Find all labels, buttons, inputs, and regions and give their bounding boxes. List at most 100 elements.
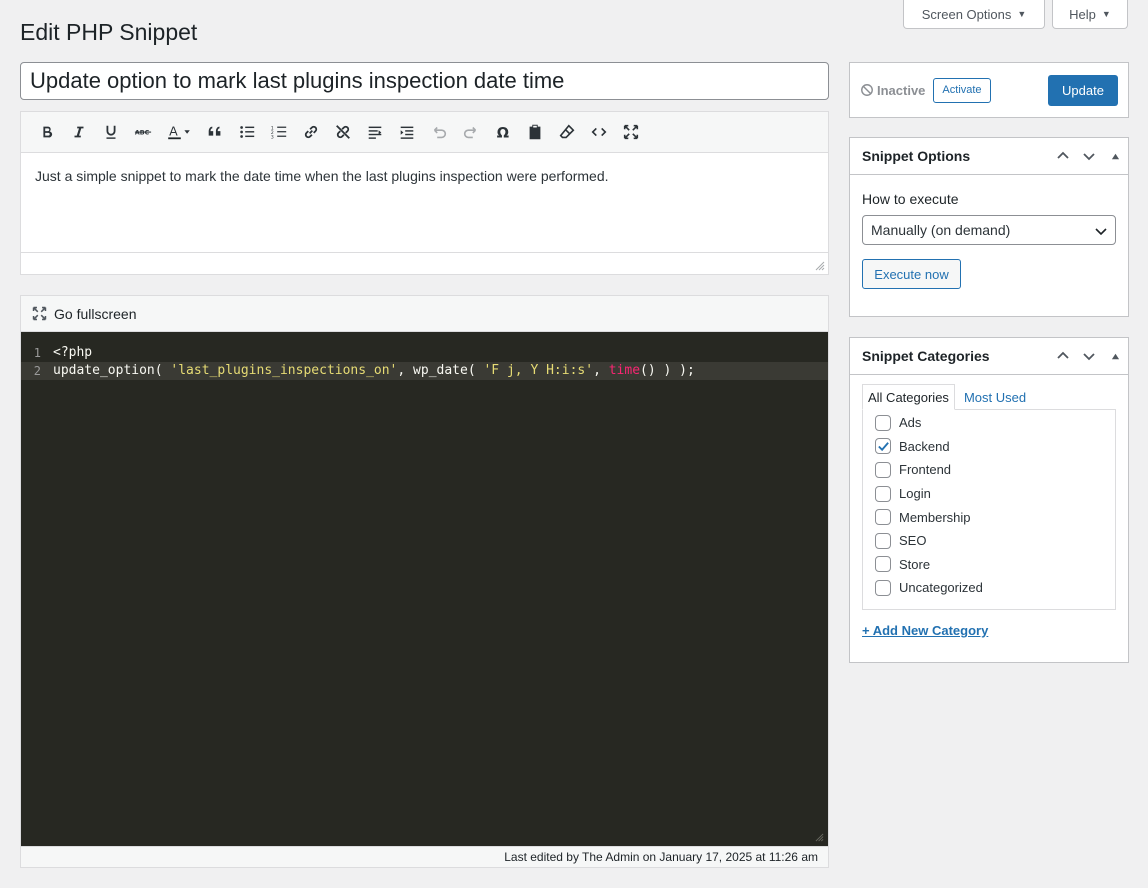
move-down-icon[interactable] <box>1076 338 1102 374</box>
category-item[interactable]: SEO <box>875 529 1103 553</box>
blockquote-icon[interactable] <box>199 117 231 147</box>
code-icon[interactable] <box>583 117 615 147</box>
editor-statusbar <box>21 252 828 274</box>
status-label: Inactive <box>877 82 926 98</box>
unlink-icon[interactable] <box>327 117 359 147</box>
category-checklist: Ads Backend Frontend Login Membership SEO Stor… <box>862 409 1116 610</box>
collapse-toggle-icon[interactable] <box>1102 138 1128 174</box>
clear-format-icon[interactable] <box>551 117 583 147</box>
svg-text:ABC: ABC <box>135 130 150 137</box>
redo-icon[interactable] <box>455 117 487 147</box>
page-title: Edit PHP Snippet <box>20 19 198 45</box>
move-down-icon[interactable] <box>1076 138 1102 174</box>
screen-options-label: Screen Options <box>921 6 1012 22</box>
category-item[interactable]: Backend <box>875 435 1103 459</box>
collapse-toggle-icon[interactable] <box>1102 338 1128 374</box>
checkbox[interactable] <box>875 532 891 549</box>
category-label: Uncategorized <box>899 580 983 596</box>
checkmark-icon <box>877 442 889 452</box>
status-badge: Inactive <box>860 83 925 98</box>
category-label: Ads <box>899 415 922 431</box>
code-token: () ) ); <box>640 363 695 378</box>
code-editor: Go fullscreen 1 <?php 2 update_option( '… <box>20 295 829 868</box>
screen-options-button[interactable]: Screen Options ▼ <box>903 0 1045 29</box>
category-item[interactable]: Store <box>875 553 1103 577</box>
indent-icon[interactable] <box>391 117 423 147</box>
code-token: , wp_date( <box>397 363 484 378</box>
line-number: 1 <box>33 346 41 360</box>
strikethrough-icon[interactable]: ABC <box>127 117 159 147</box>
checkbox[interactable] <box>875 461 891 478</box>
snippet-categories-box: Snippet Categories All Categories Most U… <box>849 337 1129 663</box>
bold-icon[interactable] <box>31 117 63 147</box>
align-icon[interactable] <box>359 117 391 147</box>
category-item[interactable]: Ads <box>875 411 1103 435</box>
category-item[interactable]: Login <box>875 482 1103 506</box>
checkbox-checked[interactable] <box>875 438 891 455</box>
bullet-list-icon[interactable] <box>231 117 263 147</box>
activate-button[interactable]: Activate <box>933 77 991 103</box>
checkbox[interactable] <box>875 485 891 502</box>
category-tabs: All Categories Most Used <box>862 384 1116 410</box>
add-new-category-link[interactable]: + Add New Category <box>862 623 988 638</box>
checkbox[interactable] <box>875 509 891 526</box>
italic-icon[interactable] <box>63 117 95 147</box>
numbered-list-icon[interactable]: 123 <box>263 117 295 147</box>
update-button[interactable]: Update <box>1048 74 1118 106</box>
checkbox[interactable] <box>875 414 891 431</box>
code-token: update_option( <box>53 363 171 378</box>
resize-grip-icon[interactable] <box>815 261 825 271</box>
undo-icon[interactable] <box>423 117 455 147</box>
link-icon[interactable] <box>295 117 327 147</box>
line-number: 2 <box>33 364 41 378</box>
last-edited-info: Last edited by The Admin on January 17, … <box>21 846 828 867</box>
postbox-header: Snippet Options <box>850 138 1128 175</box>
snippet-options-box: Snippet Options How to execute Manually … <box>849 137 1129 317</box>
go-fullscreen-button[interactable]: Go fullscreen <box>21 296 828 332</box>
paste-icon[interactable] <box>519 117 551 147</box>
category-item[interactable]: Frontend <box>875 458 1103 482</box>
underline-icon[interactable] <box>95 117 127 147</box>
code-line: 1 <?php <box>21 344 828 362</box>
text-color-icon[interactable]: A <box>159 117 199 147</box>
code-line-active: 2 update_option( 'last_plugins_inspectio… <box>21 362 828 380</box>
tab-most-used[interactable]: Most Used <box>955 384 1031 410</box>
category-label: Membership <box>899 509 971 525</box>
category-item[interactable]: Uncategorized <box>875 576 1103 600</box>
description-text[interactable]: Just a simple snippet to mark the date t… <box>21 153 828 252</box>
postbox-header: Snippet Categories <box>850 338 1128 375</box>
postbox-title: Snippet Options <box>862 148 971 164</box>
publish-box: Inactive Activate Update <box>849 62 1129 118</box>
move-up-icon[interactable] <box>1050 138 1076 174</box>
help-button[interactable]: Help ▼ <box>1052 0 1128 29</box>
help-label: Help <box>1069 6 1096 22</box>
tab-all-categories[interactable]: All Categories <box>862 384 955 410</box>
category-label: Login <box>899 486 931 502</box>
fullscreen-icon <box>32 306 47 321</box>
category-item[interactable]: Membership <box>875 505 1103 529</box>
svg-text:Ω: Ω <box>497 125 509 141</box>
execute-now-button[interactable]: Execute now <box>862 259 961 289</box>
omega-icon[interactable]: Ω <box>487 117 519 147</box>
caret-down-icon: ▼ <box>1101 9 1111 19</box>
execute-mode-select[interactable]: Manually (on demand) <box>862 215 1116 245</box>
editor-toolbar: ABC A 123 Ω <box>21 112 828 153</box>
resize-grip-icon[interactable] <box>815 833 824 842</box>
svg-text:A: A <box>169 124 178 139</box>
go-fullscreen-label: Go fullscreen <box>54 305 137 322</box>
code-builtin-token: time <box>608 363 641 378</box>
checkbox[interactable] <box>875 556 891 573</box>
checkbox[interactable] <box>875 579 891 596</box>
category-label: Backend <box>899 438 950 454</box>
code-token: , <box>593 363 609 378</box>
code-text: <?php <box>53 345 93 360</box>
snippet-title-input[interactable] <box>20 62 829 100</box>
fullscreen-icon[interactable] <box>615 117 647 147</box>
move-up-icon[interactable] <box>1050 338 1076 374</box>
how-to-execute-label: How to execute <box>862 191 959 207</box>
category-label: Frontend <box>899 462 952 478</box>
svg-text:3: 3 <box>271 134 274 140</box>
description-editor: ABC A 123 Ω Just a simple snippet to mar… <box>20 111 829 275</box>
code-string-token: 'last_plugins_inspections_on' <box>170 363 398 378</box>
code-area[interactable]: 1 <?php 2 update_option( 'last_plugins_i… <box>21 332 828 846</box>
